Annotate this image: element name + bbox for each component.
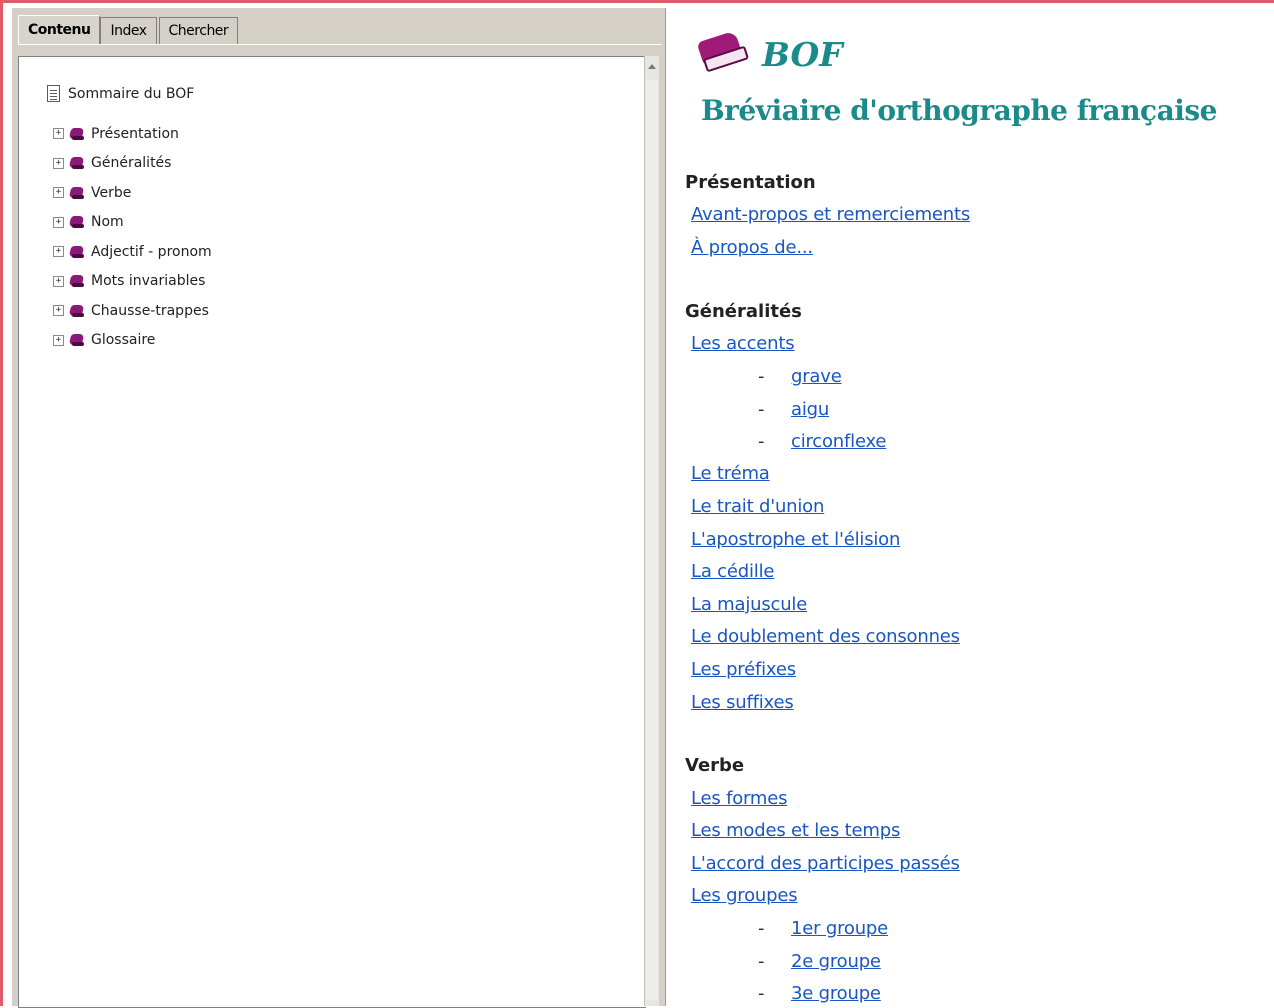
tree-item-presentation[interactable]: + Présentation xyxy=(53,119,212,149)
book-icon xyxy=(68,273,86,289)
link-les-accents[interactable]: Les accents xyxy=(691,333,795,354)
tree-item-label: Généralités xyxy=(91,155,172,172)
header-logo-row: BOF xyxy=(694,30,843,78)
tree-item-adjectif-pronom[interactable]: + Adjectif - pronom xyxy=(53,237,212,267)
expand-icon[interactable]: + xyxy=(53,246,64,258)
tree-root-label: Sommaire du BOF xyxy=(68,85,195,102)
link-majuscule[interactable]: La majuscule xyxy=(691,594,807,615)
contents-tree: Sommaire du BOF + Présentation + Général… xyxy=(18,56,646,1008)
book-icon xyxy=(68,332,86,348)
tree-list: + Présentation + Généralités + Verbe + N… xyxy=(53,119,212,355)
book-icon xyxy=(68,244,86,260)
tree-item-label: Présentation xyxy=(91,125,179,142)
content-pane: BOF Bréviaire d'orthographe française Pr… xyxy=(668,8,1274,1006)
expand-icon[interactable]: + xyxy=(53,334,64,346)
expand-icon[interactable]: + xyxy=(53,157,64,169)
scroll-track[interactable] xyxy=(646,80,658,1000)
tree-item-label: Adjectif - pronom xyxy=(91,243,212,260)
link-accord-participes[interactable]: L'accord des participes passés xyxy=(691,853,960,874)
scroll-up-arrow-icon[interactable] xyxy=(648,64,656,69)
tab-bar: Contenu Index Chercher xyxy=(18,14,240,44)
link-les-formes[interactable]: Les formes xyxy=(691,788,788,809)
tab-strip-line xyxy=(18,44,662,45)
tree-item-mots-invariables[interactable]: + Mots invariables xyxy=(53,267,212,297)
list-dash: - xyxy=(758,399,765,420)
link-grave[interactable]: grave xyxy=(791,366,842,387)
top-edge-fragment xyxy=(700,0,714,3)
expand-icon[interactable]: + xyxy=(53,275,64,287)
link-circonflexe[interactable]: circonflexe xyxy=(791,431,886,452)
book-logo-icon xyxy=(694,30,750,78)
tab-chercher[interactable]: Chercher xyxy=(158,17,239,44)
tree-item-label: Mots invariables xyxy=(91,273,206,290)
link-cedille[interactable]: La cédille xyxy=(691,561,774,582)
link-aigu[interactable]: aigu xyxy=(791,399,829,420)
tree-item-nom[interactable]: + Nom xyxy=(53,208,212,238)
expand-icon[interactable]: + xyxy=(53,128,64,140)
navigation-pane: Contenu Index Chercher Sommaire du BOF +… xyxy=(12,8,666,1008)
book-icon xyxy=(68,303,86,319)
link-le-trema[interactable]: Le tréma xyxy=(691,463,770,484)
tree-item-glossaire[interactable]: + Glossaire xyxy=(53,326,212,356)
tree-scrollbar[interactable] xyxy=(644,56,659,1006)
tree-item-chausse-trappes[interactable]: + Chausse-trappes xyxy=(53,296,212,326)
book-icon xyxy=(68,155,86,171)
book-icon xyxy=(68,185,86,201)
tree-item-label: Nom xyxy=(91,214,124,231)
tree-item-label: Chausse-trappes xyxy=(91,302,209,319)
section-heading-generalites: Généralités xyxy=(685,301,802,322)
tab-index[interactable]: Index xyxy=(100,17,157,44)
link-apostrophe[interactable]: L'apostrophe et l'élision xyxy=(691,529,900,550)
link-avant-propos[interactable]: Avant-propos et remerciements xyxy=(691,204,970,225)
tree-item-label: Verbe xyxy=(91,184,132,201)
page-subtitle: Bréviaire d'orthographe française xyxy=(701,94,1217,127)
link-3e-groupe[interactable]: 3e groupe xyxy=(791,983,881,1004)
tree-item-generalites[interactable]: + Généralités xyxy=(53,149,212,179)
expand-icon[interactable]: + xyxy=(53,187,64,199)
link-modes-temps[interactable]: Les modes et les temps xyxy=(691,820,900,841)
tree-item-label: Glossaire xyxy=(91,332,156,349)
section-heading-presentation: Présentation xyxy=(685,172,816,193)
link-trait-union[interactable]: Le trait d'union xyxy=(691,496,824,517)
expand-icon[interactable]: + xyxy=(53,216,64,228)
tab-contenu[interactable]: Contenu xyxy=(18,15,101,44)
logo-title: BOF xyxy=(762,34,843,74)
link-les-groupes[interactable]: Les groupes xyxy=(691,885,798,906)
tree-item-verbe[interactable]: + Verbe xyxy=(53,178,212,208)
link-a-propos[interactable]: À propos de... xyxy=(691,237,813,258)
document-icon xyxy=(47,85,60,102)
expand-icon[interactable]: + xyxy=(53,305,64,317)
link-suffixes[interactable]: Les suffixes xyxy=(691,692,794,713)
tree-root-item[interactable]: Sommaire du BOF xyxy=(47,85,194,102)
book-icon xyxy=(68,126,86,142)
list-dash: - xyxy=(758,983,765,1004)
link-doublement-consonnes[interactable]: Le doublement des consonnes xyxy=(691,626,960,647)
link-1er-groupe[interactable]: 1er groupe xyxy=(791,918,888,939)
book-icon xyxy=(68,214,86,230)
list-dash: - xyxy=(758,431,765,452)
list-dash: - xyxy=(758,366,765,387)
link-prefixes[interactable]: Les préfixes xyxy=(691,659,796,680)
list-dash: - xyxy=(758,951,765,972)
list-dash: - xyxy=(758,918,765,939)
link-2e-groupe[interactable]: 2e groupe xyxy=(791,951,881,972)
section-heading-verbe: Verbe xyxy=(685,755,745,776)
